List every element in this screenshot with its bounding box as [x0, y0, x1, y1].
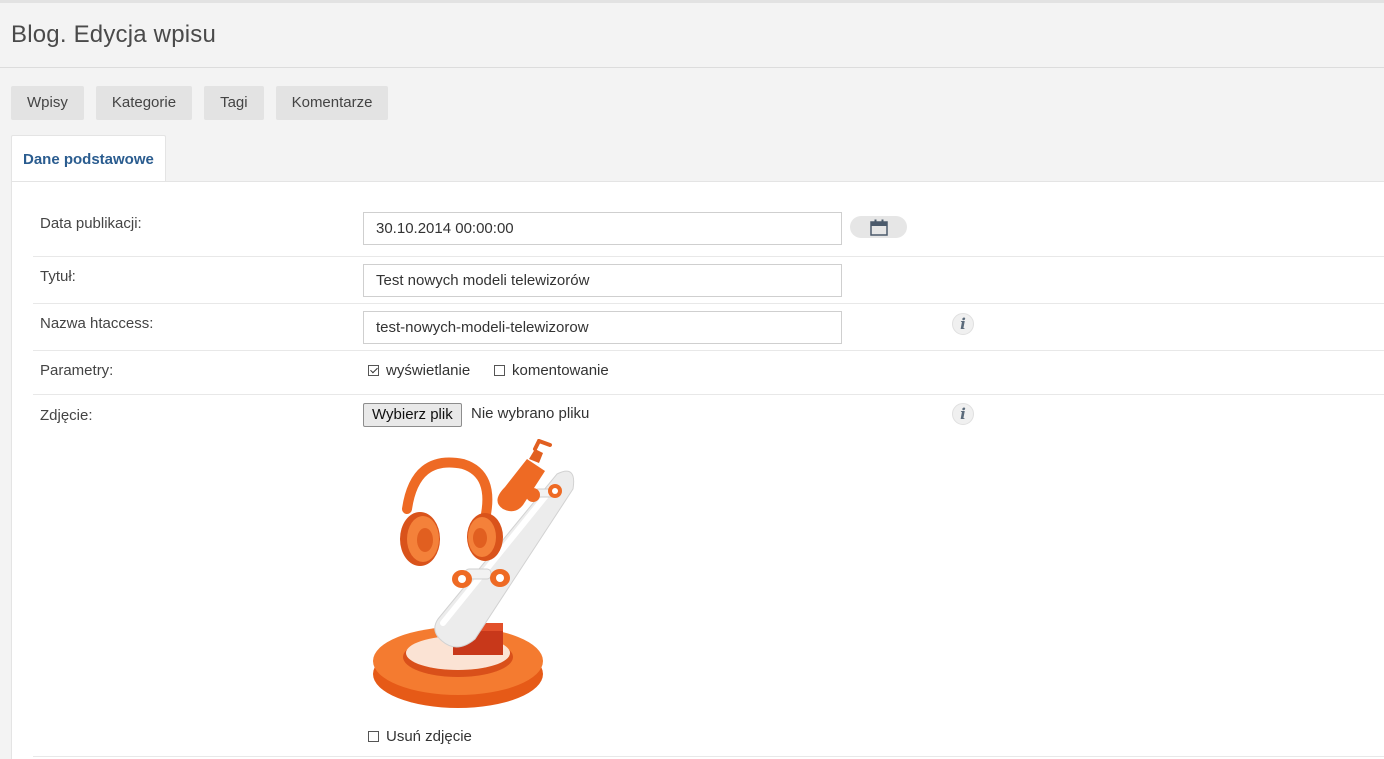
display-checkbox[interactable] [368, 365, 379, 376]
remove-photo-label: Usuń zdjęcie [386, 728, 472, 745]
row-params: Parametry: wyświetlanie komentowanie [33, 351, 1384, 395]
display-checkbox-wrap[interactable]: wyświetlanie [368, 362, 470, 379]
params-label: Parametry: [40, 362, 114, 379]
remove-photo-checkbox[interactable] [368, 731, 379, 742]
row-date: Data publikacji: [33, 204, 1384, 257]
title-label: Tytuł: [40, 268, 76, 285]
subnav-kategorie-button[interactable]: Kategorie [95, 86, 193, 120]
remove-photo-checkbox-wrap[interactable]: Usuń zdjęcie [368, 728, 472, 745]
page-title: Blog. Edycja wpisu [11, 21, 217, 48]
htaccess-info-icon[interactable]: i [952, 313, 974, 335]
title-input[interactable] [363, 264, 842, 297]
choose-file-button[interactable]: Wybierz plik [363, 403, 462, 427]
photo-label: Zdjęcie: [40, 407, 93, 424]
file-status: Nie wybrano pliku [471, 405, 590, 422]
subnav-komentarze-button[interactable]: Komentarze [275, 86, 389, 120]
product-photo [373, 439, 575, 708]
subnav-wpisy-button[interactable]: Wpisy [11, 86, 84, 120]
subnav: Wpisy Kategorie Tagi Komentarze [11, 86, 389, 120]
photo-info-icon[interactable]: i [952, 403, 974, 425]
comments-checkbox-label: komentowanie [512, 362, 609, 379]
row-title: Tytuł: [33, 257, 1384, 304]
display-checkbox-label: wyświetlanie [386, 362, 471, 379]
row-photo: Zdjęcie: Wybierz plik Nie wybrano pliku … [33, 395, 1384, 757]
calendar-button[interactable] [850, 216, 907, 238]
tabs: Dane podstawowe [11, 135, 166, 181]
date-label: Data publikacji: [40, 215, 142, 232]
form-panel: Data publikacji: Tytuł: Nazwa htaccess: … [11, 181, 1384, 759]
calendar-icon [869, 219, 888, 236]
comments-checkbox[interactable] [494, 365, 505, 376]
date-input[interactable] [363, 212, 842, 245]
comments-checkbox-wrap[interactable]: komentowanie [494, 362, 609, 379]
page-header: Blog. Edycja wpisu [0, 3, 1384, 68]
htaccess-input[interactable] [363, 311, 842, 344]
row-htaccess: Nazwa htaccess: i [33, 304, 1384, 351]
subnav-tagi-button[interactable]: Tagi [204, 86, 264, 120]
tab-dane-podstawowe[interactable]: Dane podstawowe [11, 135, 166, 181]
htaccess-label: Nazwa htaccess: [40, 315, 154, 332]
